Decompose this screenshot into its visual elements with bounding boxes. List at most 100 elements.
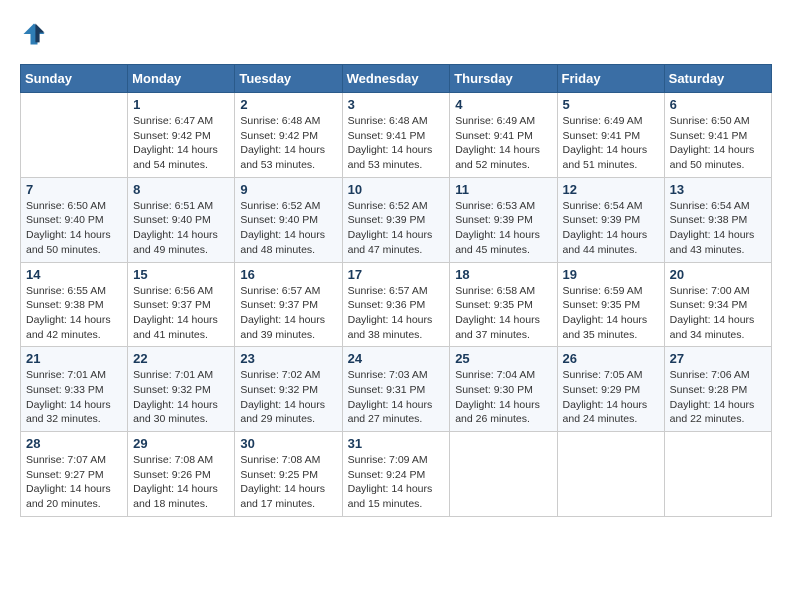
header-day-thursday: Thursday xyxy=(450,65,557,93)
day-info: Sunrise: 6:47 AMSunset: 9:42 PMDaylight:… xyxy=(133,114,229,173)
calendar-cell: 30 Sunrise: 7:08 AMSunset: 9:25 PMDayligh… xyxy=(235,432,342,517)
day-info: Sunrise: 6:50 AMSunset: 9:41 PMDaylight:… xyxy=(670,114,766,173)
day-info: Sunrise: 7:08 AMSunset: 9:25 PMDaylight:… xyxy=(240,453,336,512)
day-number: 27 xyxy=(670,351,766,366)
logo xyxy=(20,20,52,48)
week-row-3: 14Sunrise: 6:55 AMSunset: 9:38 PMDayligh… xyxy=(21,262,772,347)
calendar-cell: 14Sunrise: 6:55 AMSunset: 9:38 PMDayligh… xyxy=(21,262,128,347)
day-number: 30 xyxy=(240,436,336,451)
header-row: SundayMondayTuesdayWednesdayThursdayFrid… xyxy=(21,65,772,93)
day-number: 5 xyxy=(563,97,659,112)
day-info: Sunrise: 6:57 AMSunset: 9:36 PMDaylight:… xyxy=(348,284,445,343)
day-info: Sunrise: 6:50 AMSunset: 9:40 PMDaylight:… xyxy=(26,199,122,258)
day-number: 28 xyxy=(26,436,122,451)
calendar-cell: 17Sunrise: 6:57 AMSunset: 9:36 PMDayligh… xyxy=(342,262,450,347)
day-number: 26 xyxy=(563,351,659,366)
day-number: 9 xyxy=(240,182,336,197)
calendar-cell: 26 Sunrise: 7:05 AMSunset: 9:29 PMDayligh… xyxy=(557,347,664,432)
day-info: Sunrise: 6:55 AMSunset: 9:38 PMDaylight:… xyxy=(26,284,122,343)
day-number: 25 xyxy=(455,351,551,366)
calendar-cell: 28 Sunrise: 7:07 AMSunset: 9:27 PMDayligh… xyxy=(21,432,128,517)
day-number: 16 xyxy=(240,267,336,282)
day-info: Sunrise: 7:05 AMSunset: 9:29 PMDaylight:… xyxy=(563,368,659,427)
day-info: Sunrise: 6:48 AMSunset: 9:42 PMDaylight:… xyxy=(240,114,336,173)
day-number: 22 xyxy=(133,351,229,366)
day-number: 11 xyxy=(455,182,551,197)
calendar-cell: 21 Sunrise: 7:01 AMSunset: 9:33 PMDayligh… xyxy=(21,347,128,432)
calendar-cell: 22 Sunrise: 7:01 AMSunset: 9:32 PMDayligh… xyxy=(128,347,235,432)
calendar-table: SundayMondayTuesdayWednesdayThursdayFrid… xyxy=(20,64,772,517)
header-day-monday: Monday xyxy=(128,65,235,93)
calendar-cell: 15Sunrise: 6:56 AMSunset: 9:37 PMDayligh… xyxy=(128,262,235,347)
day-info: Sunrise: 7:02 AMSunset: 9:32 PMDaylight:… xyxy=(240,368,336,427)
day-number: 31 xyxy=(348,436,445,451)
day-number: 20 xyxy=(670,267,766,282)
header-day-tuesday: Tuesday xyxy=(235,65,342,93)
day-info: Sunrise: 7:09 AMSunset: 9:24 PMDaylight:… xyxy=(348,453,445,512)
day-info: Sunrise: 6:57 AMSunset: 9:37 PMDaylight:… xyxy=(240,284,336,343)
calendar-cell: 27 Sunrise: 7:06 AMSunset: 9:28 PMDayligh… xyxy=(664,347,771,432)
calendar-cell: 3 Sunrise: 6:48 AMSunset: 9:41 PMDaylight… xyxy=(342,93,450,178)
day-number: 29 xyxy=(133,436,229,451)
day-number: 21 xyxy=(26,351,122,366)
calendar-cell xyxy=(664,432,771,517)
calendar-cell: 12Sunrise: 6:54 AMSunset: 9:39 PMDayligh… xyxy=(557,177,664,262)
day-info: Sunrise: 7:08 AMSunset: 9:26 PMDaylight:… xyxy=(133,453,229,512)
day-number: 12 xyxy=(563,182,659,197)
day-number: 18 xyxy=(455,267,551,282)
week-row-1: 1 Sunrise: 6:47 AMSunset: 9:42 PMDaylight… xyxy=(21,93,772,178)
day-number: 13 xyxy=(670,182,766,197)
calendar-cell: 2 Sunrise: 6:48 AMSunset: 9:42 PMDaylight… xyxy=(235,93,342,178)
calendar-cell xyxy=(557,432,664,517)
day-info: Sunrise: 7:04 AMSunset: 9:30 PMDaylight:… xyxy=(455,368,551,427)
header-day-sunday: Sunday xyxy=(21,65,128,93)
day-number: 15 xyxy=(133,267,229,282)
day-number: 8 xyxy=(133,182,229,197)
header-day-wednesday: Wednesday xyxy=(342,65,450,93)
calendar-cell: 16 Sunrise: 6:57 AMSunset: 9:37 PMDayligh… xyxy=(235,262,342,347)
calendar-cell: 4Sunrise: 6:49 AMSunset: 9:41 PMDaylight… xyxy=(450,93,557,178)
calendar-cell: 1 Sunrise: 6:47 AMSunset: 9:42 PMDaylight… xyxy=(128,93,235,178)
day-number: 6 xyxy=(670,97,766,112)
calendar-cell: 20 Sunrise: 7:00 AMSunset: 9:34 PMDayligh… xyxy=(664,262,771,347)
day-number: 7 xyxy=(26,182,122,197)
header-day-saturday: Saturday xyxy=(664,65,771,93)
day-number: 2 xyxy=(240,97,336,112)
week-row-4: 21 Sunrise: 7:01 AMSunset: 9:33 PMDayligh… xyxy=(21,347,772,432)
day-info: Sunrise: 6:52 AMSunset: 9:39 PMDaylight:… xyxy=(348,199,445,258)
day-info: Sunrise: 7:01 AMSunset: 9:33 PMDaylight:… xyxy=(26,368,122,427)
calendar-cell: 6 Sunrise: 6:50 AMSunset: 9:41 PMDaylight… xyxy=(664,93,771,178)
calendar-cell: 5 Sunrise: 6:49 AMSunset: 9:41 PMDaylight… xyxy=(557,93,664,178)
day-info: Sunrise: 7:07 AMSunset: 9:27 PMDaylight:… xyxy=(26,453,122,512)
calendar-cell: 8Sunrise: 6:51 AMSunset: 9:40 PMDaylight… xyxy=(128,177,235,262)
calendar-cell: 13 Sunrise: 6:54 AMSunset: 9:38 PMDayligh… xyxy=(664,177,771,262)
day-info: Sunrise: 7:01 AMSunset: 9:32 PMDaylight:… xyxy=(133,368,229,427)
day-info: Sunrise: 6:49 AMSunset: 9:41 PMDaylight:… xyxy=(455,114,551,173)
day-number: 3 xyxy=(348,97,445,112)
calendar-cell: 31 Sunrise: 7:09 AMSunset: 9:24 PMDayligh… xyxy=(342,432,450,517)
calendar-cell: 25 Sunrise: 7:04 AMSunset: 9:30 PMDayligh… xyxy=(450,347,557,432)
day-number: 23 xyxy=(240,351,336,366)
day-info: Sunrise: 6:59 AMSunset: 9:35 PMDaylight:… xyxy=(563,284,659,343)
page-container: SundayMondayTuesdayWednesdayThursdayFrid… xyxy=(20,20,772,517)
day-info: Sunrise: 7:03 AMSunset: 9:31 PMDaylight:… xyxy=(348,368,445,427)
calendar-cell: 11 Sunrise: 6:53 AMSunset: 9:39 PMDayligh… xyxy=(450,177,557,262)
calendar-cell xyxy=(21,93,128,178)
calendar-cell: 10 Sunrise: 6:52 AMSunset: 9:39 PMDayligh… xyxy=(342,177,450,262)
day-number: 1 xyxy=(133,97,229,112)
day-info: Sunrise: 7:06 AMSunset: 9:28 PMDaylight:… xyxy=(670,368,766,427)
week-row-5: 28 Sunrise: 7:07 AMSunset: 9:27 PMDayligh… xyxy=(21,432,772,517)
day-info: Sunrise: 6:58 AMSunset: 9:35 PMDaylight:… xyxy=(455,284,551,343)
day-info: Sunrise: 6:54 AMSunset: 9:38 PMDaylight:… xyxy=(670,199,766,258)
day-info: Sunrise: 6:48 AMSunset: 9:41 PMDaylight:… xyxy=(348,114,445,173)
week-row-2: 7 Sunrise: 6:50 AMSunset: 9:40 PMDaylight… xyxy=(21,177,772,262)
day-info: Sunrise: 6:49 AMSunset: 9:41 PMDaylight:… xyxy=(563,114,659,173)
calendar-cell: 9Sunrise: 6:52 AMSunset: 9:40 PMDaylight… xyxy=(235,177,342,262)
day-number: 10 xyxy=(348,182,445,197)
day-info: Sunrise: 7:00 AMSunset: 9:34 PMDaylight:… xyxy=(670,284,766,343)
header xyxy=(20,20,772,48)
logo-icon xyxy=(20,20,48,48)
day-info: Sunrise: 6:53 AMSunset: 9:39 PMDaylight:… xyxy=(455,199,551,258)
calendar-cell: 24Sunrise: 7:03 AMSunset: 9:31 PMDayligh… xyxy=(342,347,450,432)
header-day-friday: Friday xyxy=(557,65,664,93)
